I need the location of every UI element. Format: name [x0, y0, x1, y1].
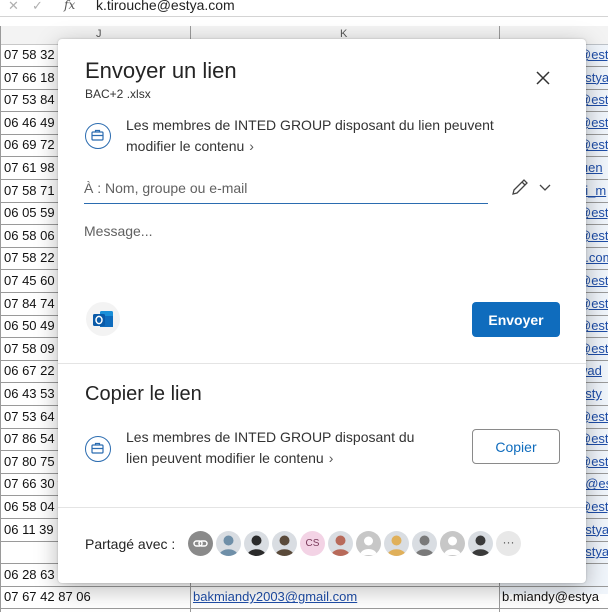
- shared-with-label: Partagé avec :: [85, 536, 176, 552]
- email-cell[interactable]: bakmiandy2003@gmail.com: [193, 589, 357, 604]
- chevron-right-icon: ›: [249, 138, 254, 154]
- avatar[interactable]: [356, 531, 381, 556]
- phone-cell[interactable]: 06 67 22: [4, 363, 55, 378]
- phone-cell[interactable]: 07 53 84: [4, 92, 55, 107]
- phone-cell[interactable]: 07 66 18: [4, 70, 55, 85]
- copy-link-title: Copier le lien: [85, 383, 202, 405]
- briefcase-icon: [85, 436, 111, 462]
- fx-icon[interactable]: fx: [64, 0, 75, 12]
- table-row: 07 67 42 87 06 bakmiandy2003@gmail.com b.m…: [0, 586, 608, 610]
- outlook-icon[interactable]: [86, 302, 120, 336]
- phone-cell[interactable]: 07 61 98: [4, 160, 55, 175]
- share-link-dialog: Envoyer un lien BAC+2 .xlsx Les membres …: [58, 39, 586, 583]
- phone-cell[interactable]: 07 45 60: [4, 273, 55, 288]
- phone-cell[interactable]: 07 58 32: [4, 47, 55, 62]
- formula-bar-value[interactable]: k.tirouche@estya.com: [96, 0, 235, 13]
- phone-cell[interactable]: 07 86 54: [4, 431, 55, 446]
- avatar[interactable]: [272, 531, 297, 556]
- phone-cell[interactable]: 07 67 42 87 06: [4, 589, 91, 604]
- avatar[interactable]: CS: [300, 531, 325, 556]
- phone-cell[interactable]: 07 80 75: [4, 454, 55, 469]
- avatar[interactable]: [216, 531, 241, 556]
- phone-cell[interactable]: 07 58 09: [4, 341, 55, 356]
- phone-cell[interactable]: 06 58 06: [4, 228, 55, 243]
- dialog-title: Envoyer un lien: [85, 58, 237, 83]
- send-link-permission[interactable]: Les membres de INTED GROUP disposant du …: [126, 115, 526, 157]
- section-divider: [58, 507, 586, 508]
- phone-cell[interactable]: 06 58 04: [4, 499, 55, 514]
- phone-cell[interactable]: 07 53 64: [4, 409, 55, 424]
- chevron-down-icon[interactable]: [536, 178, 554, 196]
- phone-cell[interactable]: 06 43 53: [4, 386, 55, 401]
- chevron-right-icon: ›: [328, 450, 334, 466]
- link-icon[interactable]: [188, 531, 213, 556]
- phone-cell[interactable]: 06 11 39: [4, 522, 54, 537]
- avatar[interactable]: [440, 531, 465, 556]
- avatar[interactable]: [468, 531, 493, 556]
- permission-text-line-2: lien peuvent modifier le contenu: [126, 450, 324, 466]
- permission-text: Les membres de INTED GROUP disposant du …: [126, 117, 494, 154]
- permission-text-line-1: Les membres de INTED GROUP disposant du: [126, 429, 415, 445]
- section-divider: [58, 363, 586, 364]
- briefcase-icon: [85, 123, 111, 149]
- copy-link-permission[interactable]: Les membres de INTED GROUP disposant du …: [126, 427, 446, 469]
- cancel-entry-icon[interactable]: ✕: [8, 0, 19, 14]
- recipient-input[interactable]: [84, 175, 488, 204]
- phone-cell[interactable]: 07 66 30: [4, 476, 55, 491]
- phone-cell[interactable]: 07 84 74: [4, 296, 55, 311]
- copy-button[interactable]: Copier: [472, 429, 560, 464]
- avatar[interactable]: [412, 531, 437, 556]
- pencil-icon[interactable]: [509, 176, 531, 198]
- send-button[interactable]: Envoyer: [472, 302, 560, 337]
- phone-cell[interactable]: 07 58 22: [4, 250, 55, 265]
- phone-cell[interactable]: 06 69 72: [4, 137, 55, 152]
- phone-cell[interactable]: 06 46 49: [4, 115, 55, 130]
- avatar[interactable]: [328, 531, 353, 556]
- avatar[interactable]: [384, 531, 409, 556]
- avatar[interactable]: [244, 531, 269, 556]
- message-field[interactable]: [84, 223, 558, 283]
- email-cell[interactable]: b.miandy@estya: [502, 589, 599, 604]
- formula-bar: ✕ ✓ fx k.tirouche@estya.com: [0, 0, 608, 17]
- phone-cell[interactable]: 06 50 49: [4, 318, 55, 333]
- confirm-entry-icon[interactable]: ✓: [32, 0, 43, 14]
- phone-cell[interactable]: 06 05 59: [4, 205, 55, 220]
- more-people-button[interactable]: ···: [496, 531, 521, 556]
- file-name: BAC+2 .xlsx: [85, 87, 151, 101]
- phone-cell[interactable]: 07 58 71: [4, 183, 55, 198]
- close-icon[interactable]: [532, 67, 554, 89]
